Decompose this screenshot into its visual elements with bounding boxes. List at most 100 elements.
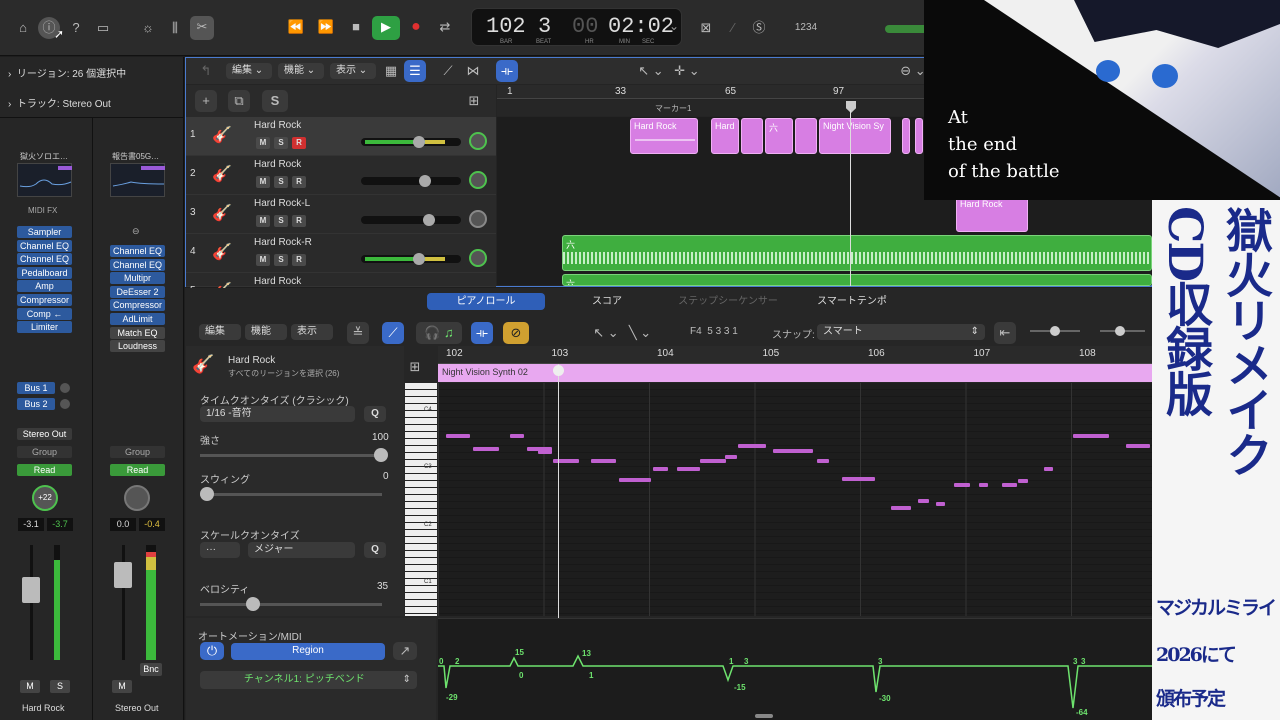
quick-help-icon[interactable]: ? <box>65 17 87 39</box>
midi-note[interactable] <box>773 449 813 453</box>
strip2-setting[interactable]: 報告書05G… <box>112 151 159 162</box>
volume-slider[interactable] <box>361 214 461 226</box>
send-slot[interactable]: Bus 2 <box>17 398 55 410</box>
replace-icon[interactable]: ⊠ <box>695 17 717 39</box>
editor-tab[interactable]: スマートテンポ <box>793 293 911 310</box>
track-header[interactable]: 2 🎸 Hard Rock M S R <box>186 156 496 195</box>
plugin-slot[interactable]: Limiter <box>17 321 72 334</box>
editor-playhead-handle[interactable] <box>553 365 564 376</box>
piano-keyboard[interactable] <box>405 383 437 616</box>
strip2-volume-value[interactable]: 0.0 <box>110 518 136 531</box>
pan-knob[interactable] <box>469 249 487 267</box>
toolbar-icon[interactable]: ▭ <box>92 17 114 39</box>
piano-roll-grid[interactable] <box>438 383 1152 616</box>
scale-dropdown[interactable]: メジャー <box>248 542 355 558</box>
fit-icon[interactable]: ⇤ <box>994 322 1016 344</box>
plugin-slot[interactable]: Channel EQ <box>110 245 165 257</box>
strip2-link-icon[interactable]: ⊖ <box>132 226 140 237</box>
midi-note[interactable] <box>653 467 668 471</box>
strip1-group[interactable]: Group <box>17 446 72 458</box>
midi-note[interactable] <box>979 483 988 487</box>
solo-button[interactable]: S <box>274 215 288 227</box>
region-hard-rock-1[interactable]: Hard Rock <box>630 118 698 154</box>
strip2-group[interactable]: Group <box>110 446 165 458</box>
strip1-solo[interactable]: S <box>50 680 70 693</box>
region-inspector-header[interactable]: › リージョン: 26 個選択中 <box>8 65 126 80</box>
editor-tab[interactable]: ステップシーケンサー <box>668 293 788 310</box>
plugin-slot[interactable]: Pedalboard <box>17 266 72 279</box>
strip1-pan-knob[interactable]: +22 <box>32 485 58 511</box>
solo-button[interactable]: S <box>274 176 288 188</box>
volume-slider[interactable] <box>361 253 461 265</box>
send-slot[interactable]: Bus 1 <box>17 382 55 394</box>
quantize-q-button[interactable]: Q <box>364 406 386 422</box>
quantize-dropdown[interactable]: 1/16 -音符 <box>200 406 355 422</box>
record-button[interactable]: ● <box>405 16 427 38</box>
plugin-slot[interactable]: Sampler <box>17 226 72 238</box>
volume-knob[interactable] <box>413 136 425 148</box>
back-icon[interactable]: ↰ <box>195 60 217 82</box>
flex-icon[interactable]: ⋈ <box>462 60 484 82</box>
slider-knob[interactable] <box>1115 326 1125 336</box>
midi-note[interactable] <box>842 477 875 481</box>
editor-tab[interactable]: スコア <box>548 293 666 310</box>
region-small-d[interactable] <box>915 118 923 154</box>
strip2-fader-knob[interactable] <box>114 562 132 588</box>
add-track-button[interactable]: + <box>195 90 217 112</box>
strip2-read[interactable]: Read <box>110 464 165 476</box>
track-header[interactable]: 1 🎸 Hard Rock M S R <box>186 117 496 156</box>
duplicate-track-icon[interactable]: ⧉ <box>228 90 250 112</box>
midi-note[interactable] <box>1073 434 1109 438</box>
plugin-slot[interactable]: Channel EQ <box>17 239 72 252</box>
lcd-display[interactable]: 102 3 00 02:02 BAR BEAT HR MIN SEC ⌄ <box>471 8 682 46</box>
collapse-icon[interactable]: ≚ <box>347 322 369 344</box>
list-view-icon[interactable]: ☰ <box>404 60 426 82</box>
editor-menu[interactable]: 表示 ⌄ <box>291 324 333 353</box>
count-in-button[interactable]: 1234 <box>790 17 822 39</box>
midi-note[interactable] <box>677 467 700 471</box>
midi-note[interactable] <box>918 499 929 503</box>
strength-slider[interactable] <box>200 448 388 462</box>
region-button[interactable]: Region <box>231 643 385 660</box>
record-enable-button[interactable]: R <box>292 137 306 149</box>
strip1-eq-thumbnail[interactable] <box>17 163 72 197</box>
automation-power-button[interactable]: ⏻ <box>200 642 224 660</box>
region-hard[interactable]: Hard <box>711 118 739 154</box>
editor-snap-icon[interactable]: ⟛ <box>471 322 493 344</box>
library-icon[interactable]: ⌂ <box>12 17 34 39</box>
midi-thru-icon[interactable]: 🎧 ♫ <box>416 322 462 344</box>
scale-q-button[interactable]: Q <box>364 542 386 558</box>
volume-slider[interactable] <box>361 136 461 148</box>
midi-note[interactable] <box>510 434 524 438</box>
fast-forward-button[interactable]: ⏩ <box>315 16 337 38</box>
pan-knob[interactable] <box>469 171 487 189</box>
scale-root-dropdown[interactable]: ··· <box>200 542 240 558</box>
link-icon[interactable]: ⊘ <box>503 322 529 344</box>
midi-note[interactable] <box>538 450 552 454</box>
midi-note[interactable] <box>446 434 470 438</box>
editor-region-bar[interactable]: Night Vision Synth 02 <box>438 364 1152 382</box>
slider-knob[interactable] <box>1050 326 1060 336</box>
plugin-slot[interactable]: Amp <box>17 280 72 293</box>
tuner-icon[interactable]: ⁄ <box>722 17 744 39</box>
region-night-vision[interactable]: Night Vision Sy <box>819 118 891 154</box>
volume-knob[interactable] <box>423 214 435 226</box>
strip1-setting[interactable]: 獄火ソロエ… <box>20 151 68 162</box>
scroll-indicator[interactable] <box>755 714 773 718</box>
marker-1[interactable]: マーカー1 <box>655 103 691 114</box>
strip1-send-knob[interactable] <box>60 383 70 393</box>
region-audio-track5[interactable]: 六 <box>562 274 1152 286</box>
midi-note[interactable] <box>725 455 737 459</box>
snap-icon[interactable]: ⟛ <box>496 60 518 82</box>
plugin-slot[interactable]: Comp ← <box>17 307 72 320</box>
midi-note[interactable] <box>700 459 726 463</box>
record-enable-button[interactable]: R <box>292 215 306 227</box>
volume-knob[interactable] <box>413 253 425 265</box>
region-audio-track4[interactable]: 六 <box>562 235 1152 271</box>
region-small-b[interactable] <box>795 118 817 154</box>
midi-note[interactable] <box>591 459 616 463</box>
midi-note[interactable] <box>473 447 499 451</box>
editor-tab[interactable]: ピアノロール <box>427 293 545 310</box>
editor-pencil-icon[interactable]: ╲ ⌄ <box>627 322 653 344</box>
midi-note[interactable] <box>936 502 945 506</box>
